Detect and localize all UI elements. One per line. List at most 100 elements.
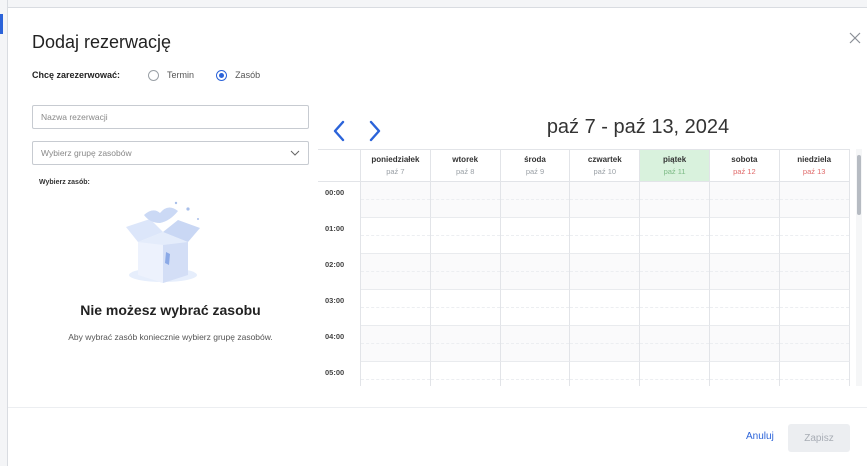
time-slot[interactable]: [709, 290, 780, 326]
time-column-header: [318, 150, 361, 181]
time-label: 01:00: [318, 218, 361, 254]
close-icon[interactable]: [847, 30, 863, 46]
time-slot[interactable]: [779, 182, 850, 218]
day-header-tuesday[interactable]: wtorek paź 8: [431, 150, 501, 181]
time-slot[interactable]: [430, 254, 501, 290]
day-name: poniedziałek: [371, 155, 420, 164]
day-name: wtorek: [452, 155, 479, 164]
time-row: 05:00: [318, 362, 850, 386]
time-slot[interactable]: [570, 326, 641, 362]
dialog-title: Dodaj rezerwację: [32, 32, 172, 52]
time-slot[interactable]: [709, 326, 780, 362]
day-header-wednesday[interactable]: środa paź 9: [501, 150, 571, 181]
calendar-scrollbar[interactable]: [857, 155, 861, 215]
day-name: środa: [524, 155, 546, 164]
day-name: niedziela: [797, 155, 832, 164]
calendar-body: 00:00 01:00 02:00 03:00 04:00 05:00: [318, 182, 850, 386]
cancel-button[interactable]: Anuluj: [746, 431, 774, 442]
time-slot[interactable]: [640, 254, 710, 290]
time-slot[interactable]: [361, 362, 431, 386]
time-slot[interactable]: [570, 362, 641, 386]
radio-termin[interactable]: Termin: [148, 69, 195, 81]
time-slot[interactable]: [361, 218, 431, 254]
radio-zasob-circle[interactable]: [216, 69, 228, 81]
day-date: paź 11: [663, 167, 686, 176]
time-label: 05:00: [318, 362, 361, 386]
day-date: paź 10: [593, 167, 617, 176]
time-slot[interactable]: [779, 218, 850, 254]
time-slot[interactable]: [500, 326, 571, 362]
time-slot[interactable]: [500, 218, 571, 254]
week-calendar: poniedziałek paź 7 wtorek paź 8 środa pa…: [318, 149, 850, 386]
empty-state-title: Nie możesz wybrać zasobu: [80, 302, 261, 318]
empty-box-illustration: [126, 201, 200, 283]
time-slot[interactable]: [640, 218, 710, 254]
time-slot[interactable]: [361, 290, 431, 326]
day-header-sunday[interactable]: niedziela paź 13: [780, 150, 850, 181]
time-label: 03:00: [318, 290, 361, 326]
time-slot[interactable]: [779, 254, 850, 290]
time-slot[interactable]: [709, 362, 780, 386]
time-slot[interactable]: [640, 290, 710, 326]
time-slot[interactable]: [570, 218, 641, 254]
day-header-saturday[interactable]: sobota paź 12: [710, 150, 780, 181]
time-slot[interactable]: [570, 290, 641, 326]
day-header-thursday[interactable]: czwartek paź 10: [570, 150, 641, 181]
day-date: paź 12: [733, 167, 756, 176]
time-slot[interactable]: [640, 362, 710, 386]
time-slot[interactable]: [640, 182, 710, 218]
time-slot[interactable]: [430, 326, 501, 362]
reservation-name-input[interactable]: Nazwa rezerwacji: [32, 105, 309, 129]
radio-zasob[interactable]: Zasób: [216, 69, 260, 81]
time-slot[interactable]: [430, 218, 501, 254]
reservation-name-placeholder: Nazwa rezerwacji: [41, 112, 108, 122]
time-slot[interactable]: [640, 326, 710, 362]
time-slot[interactable]: [430, 182, 501, 218]
time-slot[interactable]: [779, 362, 850, 386]
time-slot[interactable]: [500, 182, 571, 218]
reserve-type-row: Chcę zarezerwować: Termin Zasób: [32, 67, 282, 83]
time-slot[interactable]: [430, 362, 501, 386]
time-slot[interactable]: [570, 254, 641, 290]
chevron-left-icon[interactable]: [330, 119, 348, 143]
day-name: czwartek: [587, 155, 622, 164]
day-header-friday-today[interactable]: piątek paź 11: [640, 150, 710, 181]
time-slot[interactable]: [709, 182, 780, 218]
time-slot[interactable]: [361, 182, 431, 218]
time-label: 02:00: [318, 254, 361, 290]
time-label: 00:00: [318, 182, 361, 218]
empty-state-description: Aby wybrać zasób koniecznie wybierz grup…: [68, 332, 273, 342]
time-slot[interactable]: [779, 326, 850, 362]
day-date: paź 8: [456, 167, 475, 176]
time-slot[interactable]: [500, 290, 571, 326]
chevron-down-icon[interactable]: [290, 149, 300, 157]
left-frame: [0, 0, 8, 466]
frame-accent: [0, 14, 3, 34]
time-slot[interactable]: [430, 290, 501, 326]
time-row: 03:00: [318, 290, 850, 326]
top-frame: [8, 0, 867, 8]
radio-termin-label: Termin: [167, 70, 195, 80]
time-row: 00:00: [318, 182, 850, 218]
chevron-right-icon[interactable]: [366, 119, 384, 143]
day-date: paź 7: [386, 167, 405, 176]
time-row: 02:00: [318, 254, 850, 290]
day-name: sobota: [731, 155, 758, 164]
time-slot[interactable]: [361, 254, 431, 290]
day-header-monday[interactable]: poniedziałek paź 7: [361, 150, 431, 181]
time-slot[interactable]: [361, 326, 431, 362]
time-slot[interactable]: [709, 254, 780, 290]
save-button[interactable]: Zapisz: [788, 424, 850, 452]
time-slot[interactable]: [500, 254, 571, 290]
radio-termin-circle[interactable]: [148, 69, 160, 81]
reserve-type-label: Chcę zarezerwować:: [32, 70, 121, 80]
calendar-range-title: paź 7 - paź 13, 2024: [546, 116, 730, 138]
time-slot[interactable]: [570, 182, 641, 218]
time-row: 04:00: [318, 326, 850, 362]
resource-label: Wybierz zasób:: [39, 179, 90, 186]
resource-group-select[interactable]: Wybierz grupę zasobów: [32, 141, 309, 165]
time-slot[interactable]: [500, 362, 571, 386]
time-slot[interactable]: [779, 290, 850, 326]
time-slot[interactable]: [709, 218, 780, 254]
time-row: 01:00: [318, 218, 850, 254]
